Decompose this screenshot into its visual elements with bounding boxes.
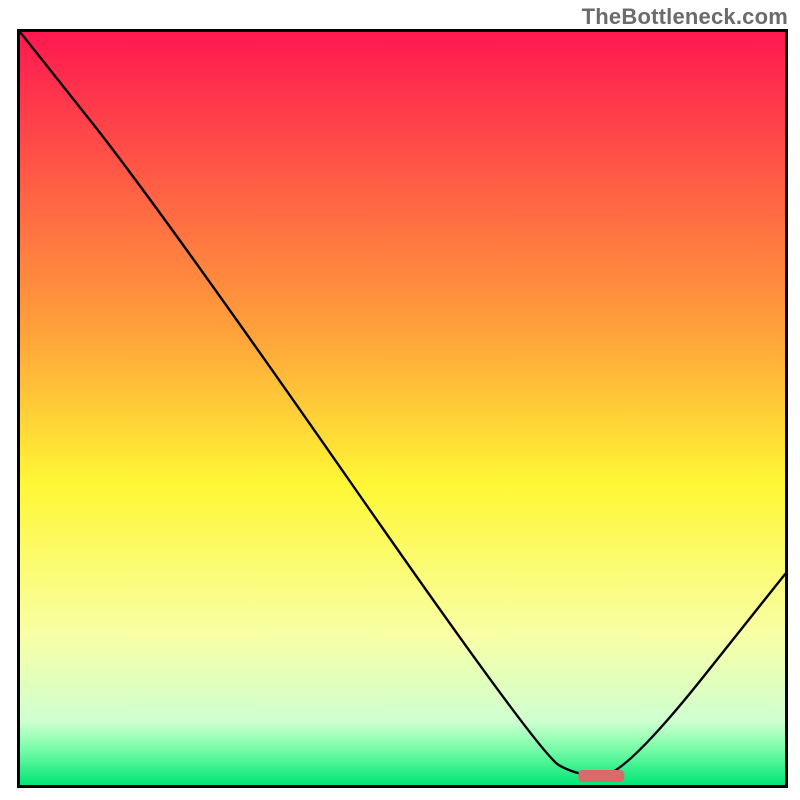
- chart-frame: TheBottleneck.com: [0, 0, 800, 800]
- plot-area: [17, 29, 788, 788]
- gradient-fill: [20, 32, 785, 785]
- chart-svg: [20, 32, 785, 785]
- optimal-band-marker: [578, 770, 624, 782]
- watermark-text: TheBottleneck.com: [582, 4, 788, 30]
